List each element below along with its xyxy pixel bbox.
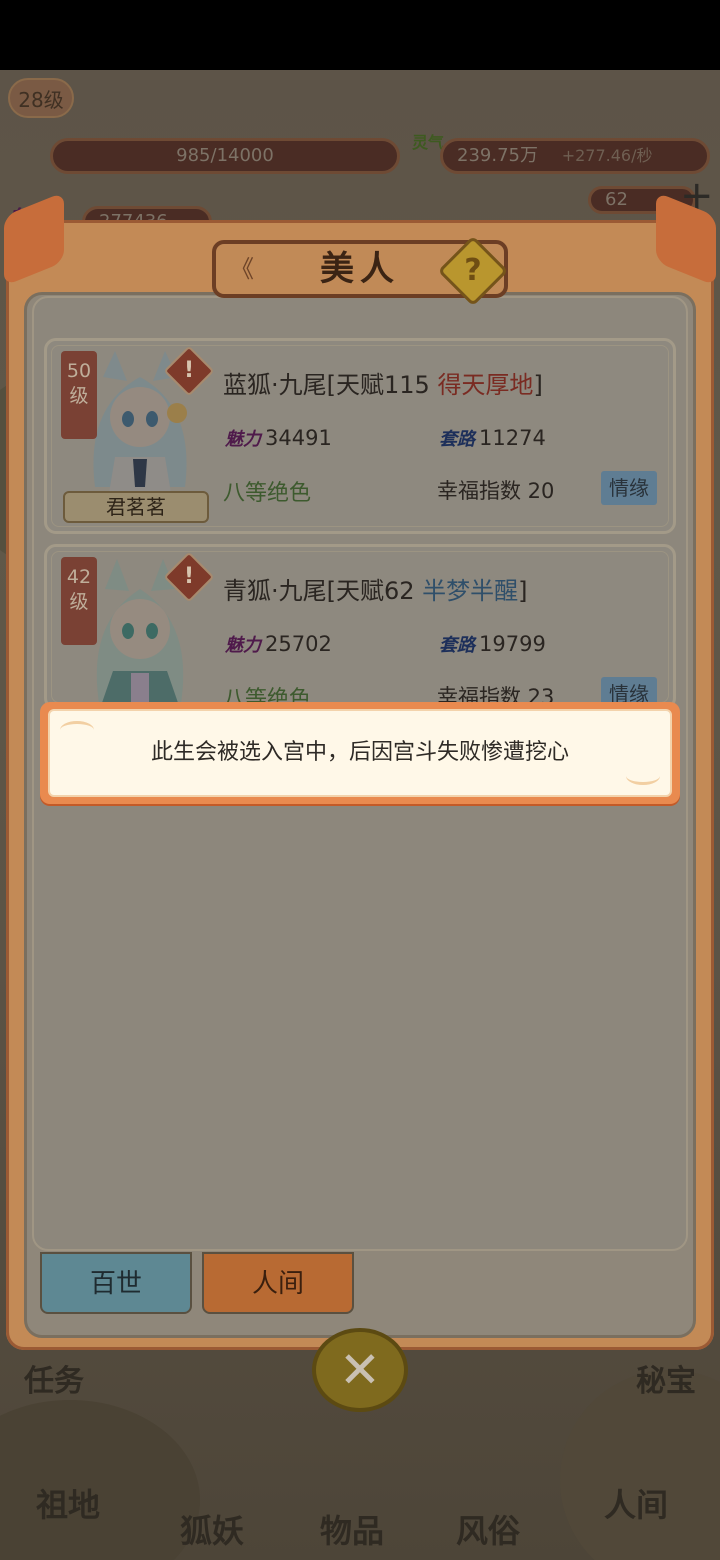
item-a-value: 62 <box>605 189 628 210</box>
resource-bar: 239.75万 +277.46/秒 <box>440 138 710 174</box>
exclamation-icon: ! <box>183 358 195 383</box>
beauty-talent: 半梦半醒 <box>422 577 519 605</box>
close-icon: ✕ <box>339 1341 381 1399</box>
treasure-button[interactable]: 秘宝 <box>636 1356 696 1400</box>
fate-popup[interactable]: 此生会被选入宫中，后因宫斗失败惨遭挖心 <box>40 702 680 804</box>
resource-amount: 239.75万 <box>457 145 538 166</box>
beauty-name: 蓝狐·九尾[天赋115 得天厚地] <box>223 365 543 400</box>
beauty-name-prefix: 青狐·九尾[天赋62 <box>223 577 423 605</box>
charm-stat: 魅力 34491 <box>223 425 332 451</box>
route-stat-icon: 套路 <box>439 429 475 450</box>
charm-value: 25702 <box>265 632 332 656</box>
tab-renjian[interactable]: 人间 <box>202 1252 354 1314</box>
beauty-name-suffix: ] <box>533 371 543 399</box>
nav-zudi[interactable]: 祖地 <box>36 1480 100 1526</box>
nav-renjian[interactable]: 人间 <box>604 1480 668 1526</box>
title-arrow-icon: 《 <box>230 255 254 283</box>
route-stat-icon: 套路 <box>439 635 475 656</box>
beauty-name-suffix: ] <box>518 577 528 605</box>
close-button[interactable]: ✕ <box>312 1328 408 1412</box>
exclamation-icon: ! <box>183 564 195 589</box>
resource-rate: +277.46/秒 <box>561 146 653 165</box>
exp-bar: 985/14000 <box>50 138 400 174</box>
popup-message: 此生会被选入宫中，后因宫斗失败惨遭挖心 <box>150 740 569 765</box>
beauty-level: 50 级 <box>66 360 92 407</box>
beauty-rank: 八等绝色 <box>223 481 312 506</box>
nav-fengsu[interactable]: 风俗 <box>456 1506 520 1552</box>
popup-body: 此生会被选入宫中，后因宫斗失败惨遭挖心 <box>48 709 672 797</box>
happiness-index: 幸福指数 20 <box>437 479 555 503</box>
beauty-talent: 得天厚地 <box>437 371 534 399</box>
status-bar <box>0 0 720 70</box>
beauty-card[interactable]: 42 级 ! 青狐·九尾[天赋62 半梦半醒] 魅力 25702 套路 19799 … <box>44 544 676 710</box>
route-stat: 套路 11274 <box>437 425 546 451</box>
beauty-level: 42 级 <box>66 566 92 613</box>
beauty-card[interactable]: 50 级 ! 君茗茗 蓝狐·九尾[天赋115 得天厚地] 魅力 34491 套路 1… <box>44 338 676 534</box>
beauty-name: 青狐·九尾[天赋62 半梦半醒] <box>223 571 528 606</box>
fate-button[interactable]: 情缘 <box>601 471 657 505</box>
charm-value: 34491 <box>265 426 332 450</box>
player-level-badge[interactable]: 28级 <box>8 78 74 118</box>
charm-stat-icon: 魅力 <box>225 635 261 656</box>
exp-text: 985/14000 <box>176 145 274 166</box>
beauty-nickname: 君茗茗 <box>63 491 209 523</box>
route-value: 19799 <box>479 632 546 656</box>
panel-title: 美人 <box>320 249 400 289</box>
tab-baishi[interactable]: 百世 <box>40 1252 192 1314</box>
task-button[interactable]: 任务 <box>24 1356 84 1400</box>
charm-stat: 魅力 25702 <box>223 631 332 657</box>
route-stat: 套路 19799 <box>437 631 546 657</box>
nav-wupin[interactable]: 物品 <box>320 1506 384 1552</box>
nav-huyao[interactable]: 狐妖 <box>180 1506 244 1552</box>
question-icon: ? <box>464 253 482 288</box>
beauty-name-prefix: 蓝狐·九尾[天赋115 <box>223 371 438 399</box>
charm-stat-icon: 魅力 <box>225 429 261 450</box>
route-value: 11274 <box>479 426 546 450</box>
